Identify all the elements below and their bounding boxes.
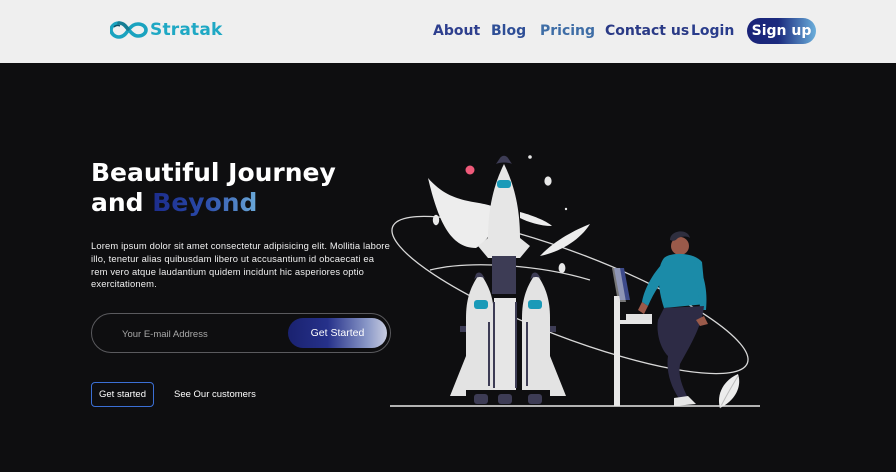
signup-button[interactable]: Sign up bbox=[747, 18, 816, 44]
hero-title-line2-prefix: and bbox=[91, 188, 153, 217]
rocket-left-icon bbox=[450, 272, 494, 404]
brand-logo[interactable]: Stratak bbox=[110, 20, 223, 40]
nav-blog-link[interactable]: Blog bbox=[491, 23, 526, 39]
get-started-submit-button[interactable]: Get Started bbox=[288, 318, 387, 348]
nav-login-link[interactable]: Login bbox=[691, 23, 734, 39]
nav-about-link[interactable]: About bbox=[433, 23, 480, 39]
rocket-middle-icon bbox=[493, 298, 517, 404]
plant-icon bbox=[718, 374, 740, 409]
hero-title-accent: Beyond bbox=[152, 188, 258, 217]
rocket-launch-illustration bbox=[390, 155, 760, 409]
hero-title: Beautiful Journey and Beyond bbox=[91, 158, 336, 218]
email-input[interactable] bbox=[122, 326, 282, 342]
nav-pricing-link[interactable]: Pricing bbox=[540, 23, 595, 39]
rocket-right-icon bbox=[522, 272, 566, 404]
desk-icon bbox=[612, 268, 652, 406]
navbar: Stratak About Blog Pricing Contact us Lo… bbox=[0, 0, 896, 63]
email-signup-form: Get Started bbox=[91, 313, 391, 353]
get-started-button[interactable]: Get started bbox=[91, 382, 154, 407]
hero-title-line1: Beautiful Journey bbox=[91, 158, 336, 187]
nav-contact-link[interactable]: Contact us bbox=[605, 23, 689, 39]
hero-description: Lorem ipsum dolor sit amet consectetur a… bbox=[91, 240, 390, 290]
see-customers-link[interactable]: See Our customers bbox=[174, 389, 256, 400]
brand-name: Stratak bbox=[150, 20, 223, 40]
infinity-logo-icon bbox=[110, 21, 148, 39]
